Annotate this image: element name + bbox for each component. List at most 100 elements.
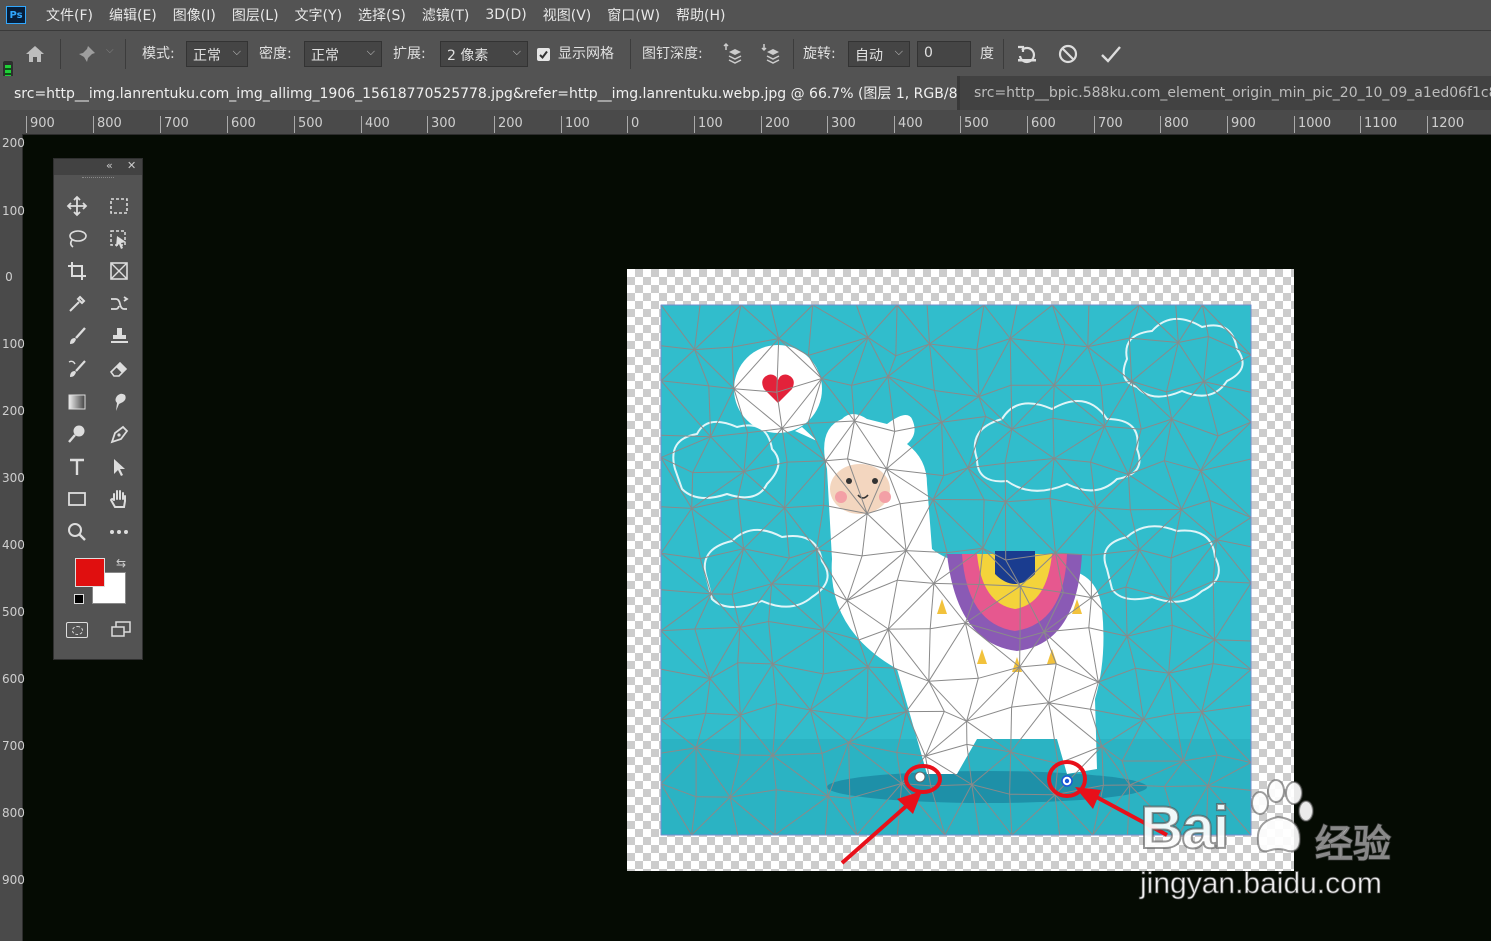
menu-help[interactable]: 帮助(H)	[668, 5, 733, 25]
rotate-dropdown[interactable]: 自动 ⌵	[848, 41, 910, 67]
paw-logo-icon	[1251, 779, 1314, 853]
tab-document-inactive[interactable]: src=http__bpic.588ku.com_element_origin_…	[960, 76, 1491, 110]
watermark-brand-cn: 经验	[1314, 821, 1392, 867]
ruler-tick-label: 600	[227, 116, 256, 133]
menu-layer[interactable]: 图层(L)	[224, 5, 287, 25]
rectangle-tool-icon[interactable]	[63, 485, 91, 513]
hand-tool-icon[interactable]	[105, 485, 133, 513]
tab-document-active[interactable]: src=http__img.lanrentuku.com_img_allimg_…	[0, 76, 957, 110]
menu-select[interactable]: 选择(S)	[350, 5, 414, 25]
frame-tool-icon[interactable]	[105, 257, 133, 285]
chevron-down-icon: ⌵	[232, 45, 241, 58]
zoom-tool-icon[interactable]	[63, 518, 91, 546]
watermark-url: jingyan.baidu.com	[1140, 867, 1383, 901]
pin-depth-label: 图钉深度:	[642, 46, 703, 62]
angle-unit-label: 度	[980, 46, 994, 62]
object-selection-tool-icon[interactable]	[105, 225, 133, 253]
tools-panel: « ✕ ⇆	[53, 158, 143, 660]
ruler-tick-label: 600	[2, 672, 25, 686]
ruler-tick-label: 700	[2, 739, 25, 753]
ruler-tick-label: 400	[361, 116, 390, 133]
lasso-tool-icon[interactable]	[63, 225, 91, 253]
healing-brush-tool-icon[interactable]	[105, 290, 133, 318]
options-bar: ⌵ 模式: 正常 ⌵ 密度: 正常 ⌵ 扩展: 2 像素 ⌵ 显示网格 图钉深度: 旋…	[0, 30, 1491, 77]
collapse-icon[interactable]: «	[106, 159, 113, 172]
watermark-brand: Bai	[1139, 793, 1230, 862]
pin-depth-backward-icon[interactable]	[760, 41, 786, 67]
chevron-down-icon: ⌵	[894, 45, 903, 58]
menu-view[interactable]: 视图(V)	[535, 5, 600, 25]
clone-stamp-tool-icon[interactable]	[105, 322, 133, 350]
pin-depth-forward-icon[interactable]	[722, 41, 748, 67]
more-tools-icon[interactable]	[105, 518, 133, 546]
ruler-tick-label: 200	[761, 116, 790, 133]
ruler-tick-label: 200	[494, 116, 523, 133]
mesh-edge	[1170, 557, 1172, 600]
pin-icon[interactable]	[74, 41, 100, 67]
pen-tool-icon[interactable]	[105, 420, 133, 448]
document-tabs: src=http__img.lanrentuku.com_img_allimg_…	[0, 76, 1491, 110]
menu-3d[interactable]: 3D(D)	[477, 7, 534, 23]
menu-filter[interactable]: 滤镜(T)	[414, 5, 477, 25]
reset-undo-icon[interactable]	[1014, 41, 1040, 67]
ruler-tick-label: 1100	[1360, 116, 1397, 133]
tool-preset-chevron-icon[interactable]: ⌵	[106, 45, 114, 56]
horizontal-ruler: 900 800 700 600 500 400 300 200 100 0 10…	[22, 110, 1491, 135]
menu-type[interactable]: 文字(Y)	[287, 5, 350, 25]
menu-image[interactable]: 图像(I)	[165, 5, 224, 25]
drag-handle[interactable]	[82, 177, 114, 186]
ruler-tick-label: 1000	[1294, 116, 1331, 133]
expand-field[interactable]: 2 像素 ⌵	[440, 41, 528, 67]
mode-dropdown[interactable]: 正常 ⌵	[186, 41, 248, 67]
default-colors-icon[interactable]	[74, 593, 84, 604]
angle-input[interactable]: 0	[917, 41, 971, 67]
show-mesh-checkbox[interactable]	[537, 48, 550, 61]
menu-window[interactable]: 窗口(W)	[599, 5, 668, 25]
brush-tool-icon[interactable]	[63, 322, 91, 350]
type-tool-icon[interactable]	[63, 453, 91, 481]
crop-tool-icon[interactable]	[63, 257, 91, 285]
panel-header[interactable]: « ✕	[54, 159, 142, 175]
mesh-edge	[1009, 793, 1056, 796]
ruler-tick-label: 0	[627, 116, 639, 133]
ruler-tick-label: 900	[26, 116, 55, 133]
rotate-label: 旋转:	[803, 46, 836, 62]
baidu-jingyan-watermark: Bai 经验 jingyan.baidu.com	[1139, 775, 1410, 905]
ruler-tick-label: 400	[2, 538, 25, 552]
quick-mask-icon[interactable]	[66, 621, 88, 638]
smudge-tool-icon[interactable]	[105, 388, 133, 416]
ruler-tick-label: 100	[2, 337, 25, 351]
screen-mode-icon[interactable]	[110, 621, 132, 639]
ruler-tick-label: 500	[294, 116, 323, 133]
dodge-tool-icon[interactable]	[63, 420, 91, 448]
menu-edit[interactable]: 编辑(E)	[101, 5, 165, 25]
cancel-icon[interactable]	[1055, 41, 1081, 67]
commit-check-icon[interactable]	[1098, 41, 1124, 67]
swap-colors-icon[interactable]: ⇆	[116, 556, 126, 570]
ruler-tick-label: 100	[694, 116, 723, 133]
move-tool-icon[interactable]	[63, 192, 91, 220]
foreground-color-swatch[interactable]	[75, 557, 105, 587]
menu-bar: Ps 文件(F) 编辑(E) 图像(I) 图层(L) 文字(Y) 选择(S) 滤…	[0, 0, 1491, 30]
home-icon[interactable]	[22, 41, 48, 67]
ruler-tick-label: 600	[1027, 116, 1056, 133]
menu-file[interactable]: 文件(F)	[38, 5, 101, 25]
vertical-ruler: 200 100 0 100 200 300 400 500 600 700 80…	[0, 134, 25, 941]
gradient-tool-icon[interactable]	[63, 388, 91, 416]
ruler-tick-label: 400	[894, 116, 923, 133]
show-mesh-label: 显示网格	[558, 46, 614, 62]
ruler-tick-label: 800	[1160, 116, 1189, 133]
photoshop-logo-icon: Ps	[6, 6, 26, 24]
puppet-pin-left[interactable]	[914, 771, 926, 783]
ruler-tick-label: 700	[160, 116, 189, 133]
marquee-tool-icon[interactable]	[105, 192, 133, 220]
history-brush-tool-icon[interactable]	[63, 355, 91, 383]
close-icon[interactable]: ✕	[127, 159, 136, 172]
density-dropdown[interactable]: 正常 ⌵	[304, 41, 382, 67]
eyedropper-tool-icon[interactable]	[63, 290, 91, 318]
ruler-tick-label: 100	[561, 116, 590, 133]
ruler-tick-label: 100	[2, 204, 25, 218]
path-selection-tool-icon[interactable]	[105, 453, 133, 481]
eraser-tool-icon[interactable]	[105, 355, 133, 383]
ruler-corner	[0, 110, 22, 134]
